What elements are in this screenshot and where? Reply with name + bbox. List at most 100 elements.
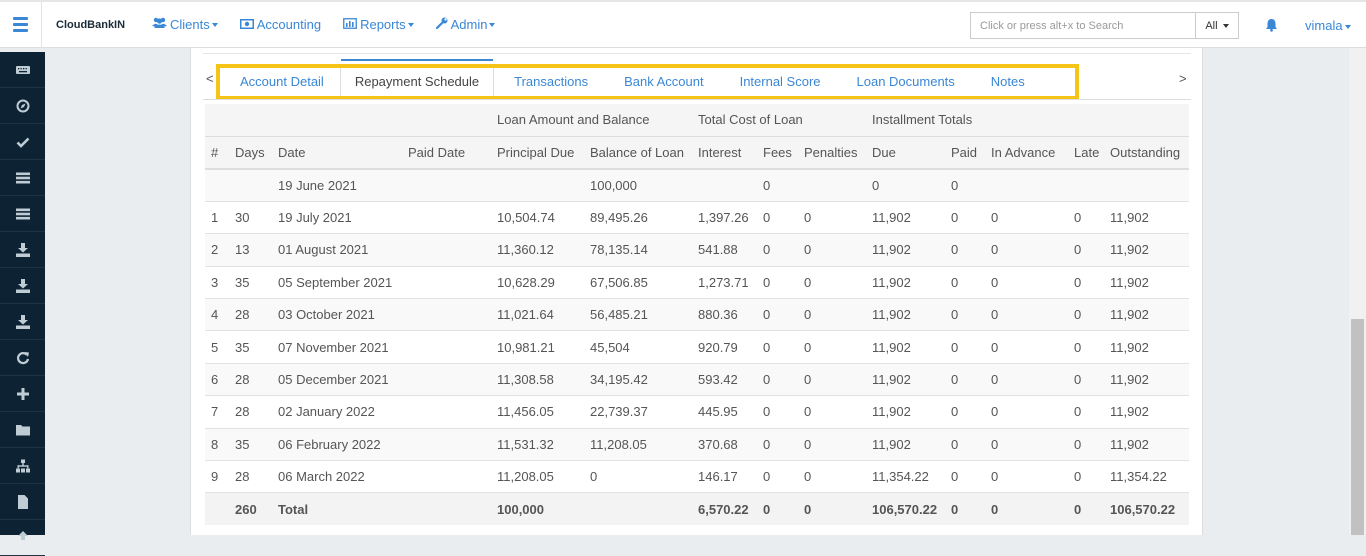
- tab-transactions[interactable]: Transactions: [494, 68, 604, 96]
- table-cell: 45,504: [584, 330, 692, 364]
- table-cell: 0: [945, 298, 985, 332]
- table-cell: 28: [229, 298, 272, 332]
- table-cell: 05 September 2021: [272, 266, 402, 300]
- table-cell: 11,354.22: [1104, 460, 1189, 494]
- table-cell: 30: [229, 201, 272, 235]
- table-cell: 0: [1068, 201, 1104, 235]
- table-cell: 05 December 2021: [272, 363, 402, 397]
- user-menu[interactable]: vimala: [1305, 18, 1351, 33]
- sidebar-item-hierarchy[interactable]: [0, 448, 45, 484]
- table-cell: 0: [985, 201, 1068, 235]
- search-scope-select[interactable]: All: [1195, 12, 1239, 39]
- sidebar-item-checker[interactable]: [0, 124, 45, 160]
- nav-accounting[interactable]: Accounting: [239, 17, 321, 32]
- total-row: 260 Total 100,000 6,570.22 0 0 106,570.22 0 0 0 10…: [205, 492, 1189, 526]
- table-cell: 11,308.58: [491, 363, 584, 397]
- table-cell: [402, 233, 491, 267]
- menu-toggle-button[interactable]: [0, 1, 42, 48]
- table-cell: 0: [1068, 233, 1104, 267]
- bar-chart-icon: [343, 17, 357, 32]
- table-cell: 0: [798, 330, 866, 364]
- table-cell: 67,506.85: [584, 266, 692, 300]
- upload-icon: [17, 530, 28, 540]
- sidebar-item-download-3[interactable]: [0, 304, 45, 340]
- tab-internal-score[interactable]: Internal Score: [720, 68, 837, 96]
- table-cell: 0: [945, 428, 985, 462]
- table-body: 19 June 2021 100,000 0 0 0 1 30 19 July 20…: [205, 169, 1189, 526]
- nav-admin[interactable]: Admin: [435, 17, 496, 32]
- nav-clients[interactable]: Clients: [152, 17, 218, 32]
- sidebar-item-refresh[interactable]: [0, 340, 45, 376]
- chevron-down-icon: [211, 22, 218, 27]
- table-cell: 370.68: [692, 428, 757, 462]
- brand-logo[interactable]: CloudBankIN: [56, 19, 138, 31]
- table-cell: 03 October 2021: [272, 298, 402, 332]
- col-in-advance: In Advance: [985, 136, 1068, 170]
- table-cell: 0: [757, 233, 798, 267]
- tab-bank-account[interactable]: Bank Account: [604, 68, 720, 96]
- tabs-scroll-left-button[interactable]: <: [206, 71, 214, 86]
- table-cell: 0: [985, 298, 1068, 332]
- table-cell: 35: [229, 428, 272, 462]
- sidebar-item-add[interactable]: [0, 376, 45, 412]
- global-search: All: [970, 12, 1239, 39]
- sidebar-item-document[interactable]: [0, 484, 45, 520]
- sidebar-item-folder[interactable]: [0, 412, 45, 448]
- table-cell: 4: [205, 298, 229, 332]
- sidebar-item-list-2[interactable]: [0, 196, 45, 232]
- tab-loan-documents[interactable]: Loan Documents: [837, 68, 971, 96]
- table-cell: 0: [945, 201, 985, 235]
- table-cell: 35: [229, 266, 272, 300]
- nav-reports[interactable]: Reports: [343, 17, 414, 32]
- group-header-empty: [205, 104, 491, 137]
- table-cell: 0: [1068, 363, 1104, 397]
- col-penalties: Penalties: [798, 136, 866, 170]
- table-cell: 0: [757, 492, 798, 526]
- cell: [205, 169, 229, 202]
- table-cell: 07 November 2021: [272, 330, 402, 364]
- sidebar-item-keyboard[interactable]: [0, 52, 45, 88]
- group-header-total-cost: Total Cost of Loan: [692, 104, 866, 137]
- table-row: 5 35 07 November 2021 10,981.21 45,504 920.79…: [205, 330, 1189, 364]
- sidebar-item-download-2[interactable]: [0, 268, 45, 304]
- col-balance-of-loan: Balance of Loan: [584, 136, 692, 170]
- nav-admin-label: Admin: [450, 17, 488, 32]
- table-cell: 35: [229, 330, 272, 364]
- table-cell: 3: [205, 266, 229, 300]
- col-fees: Fees: [757, 136, 798, 170]
- table-cell: 106,570.22: [866, 492, 945, 526]
- sidebar-item-download-1[interactable]: [0, 232, 45, 268]
- table-cell: 89,495.26: [584, 201, 692, 235]
- table-cell: [402, 330, 491, 364]
- chevron-down-icon: [1222, 23, 1229, 28]
- table-cell: 0: [985, 428, 1068, 462]
- table-cell: 11,902: [866, 428, 945, 462]
- tabs-scroll-right-button[interactable]: >: [1179, 71, 1187, 86]
- table-cell: 0: [945, 330, 985, 364]
- table-cell: 28: [229, 363, 272, 397]
- page-scrollbar[interactable]: [1349, 48, 1366, 535]
- table-cell: [584, 492, 692, 526]
- table-cell: 0: [1068, 395, 1104, 429]
- table-cell: 260: [229, 492, 272, 526]
- search-input[interactable]: [970, 12, 1195, 39]
- notifications-button[interactable]: [1265, 18, 1278, 35]
- col-outstanding: Outstanding: [1104, 136, 1189, 170]
- table-cell: 11,902: [866, 233, 945, 267]
- tab-account-detail[interactable]: Account Detail: [220, 68, 340, 96]
- check-icon: [16, 137, 29, 148]
- chevron-down-icon: [407, 22, 414, 27]
- sidebar-item-list-1[interactable]: [0, 160, 45, 196]
- tab-repayment-schedule[interactable]: Repayment Schedule: [339, 59, 495, 96]
- table-cell: 0: [757, 363, 798, 397]
- tab-notes[interactable]: Notes: [971, 68, 1041, 96]
- tab-bar: < Account Detail Repayment Schedule Tran…: [191, 59, 1204, 100]
- table-cell: 28: [229, 460, 272, 494]
- table-cell: 0: [945, 395, 985, 429]
- sidebar-item-navigation[interactable]: [0, 88, 45, 124]
- scrollbar-thumb[interactable]: [1351, 319, 1364, 535]
- sidebar-item-upload[interactable]: [0, 520, 45, 556]
- table-cell: 0: [757, 201, 798, 235]
- table-cell: 06 March 2022: [272, 460, 402, 494]
- table-cell: [402, 428, 491, 462]
